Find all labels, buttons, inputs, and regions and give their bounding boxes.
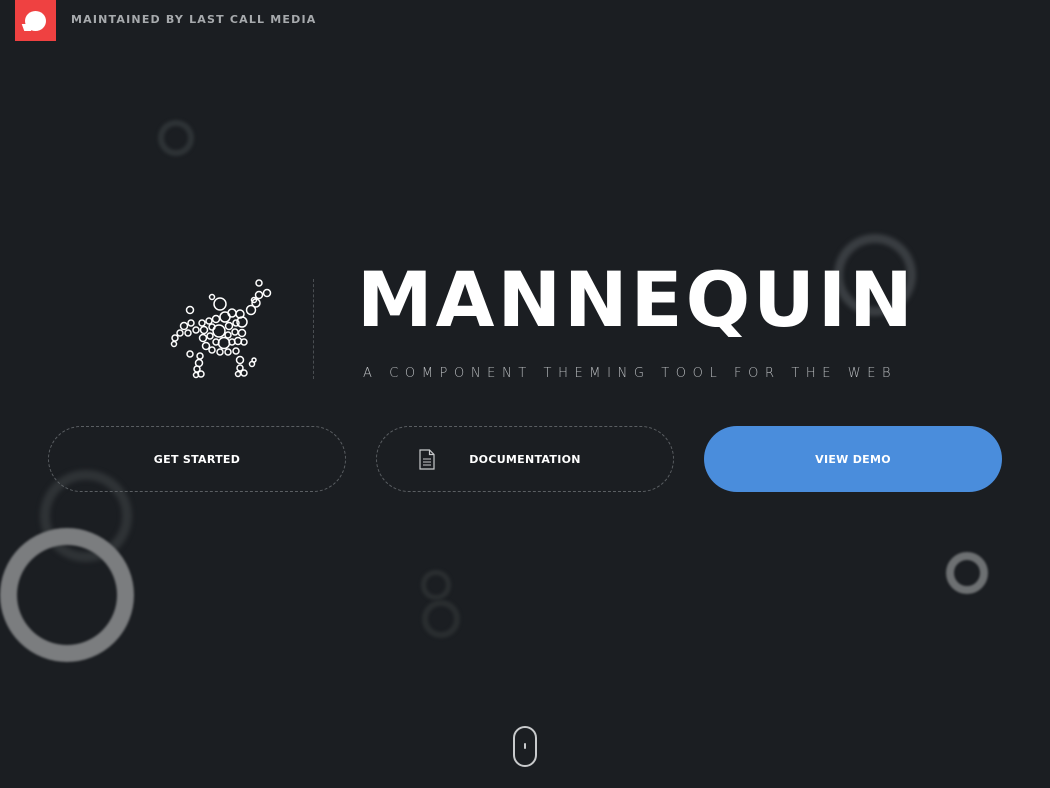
vertical-divider [313,279,314,379]
decorative-ring [422,600,460,638]
decorative-ring [0,528,134,662]
page-tagline: A COMPONENT THEMING TOOL FOR THE WEB [363,366,898,381]
get-started-label: GET STARTED [153,452,241,466]
mannequin-logo-icon [170,279,272,379]
documentation-label: DOCUMENTATION [469,452,581,466]
maintained-by-link[interactable]: MAINTAINED BY LAST CALL MEDIA [71,13,316,26]
documentation-button[interactable]: DOCUMENTATION [376,426,674,492]
view-demo-button[interactable]: VIEW DEMO [704,426,1002,492]
mouse-scroll-icon[interactable] [513,726,537,767]
get-started-button[interactable]: GET STARTED [48,426,346,492]
scroll-wheel-icon [524,743,526,749]
decorative-ring [421,570,451,600]
decorative-ring [158,120,194,156]
page-title: MANNEQUIN [357,255,916,344]
last-call-media-logo-link[interactable] [15,0,56,41]
speech-bubble-icon [25,10,46,31]
decorative-ring [946,552,988,594]
view-demo-label: VIEW DEMO [815,452,891,466]
document-icon [419,449,435,470]
landing-page: MAINTAINED BY LAST CALL MEDIA MANNEQUIN … [0,0,1050,788]
